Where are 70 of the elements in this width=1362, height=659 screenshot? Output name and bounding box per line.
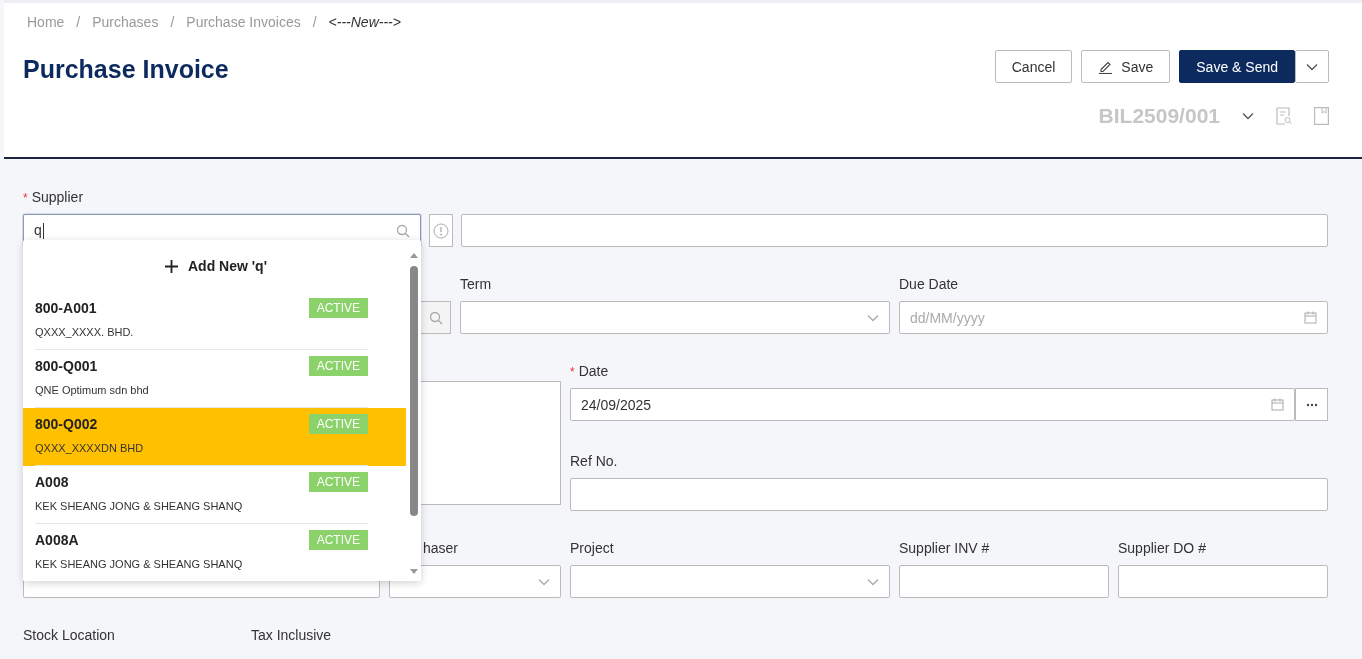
field-label: haser	[422, 539, 460, 558]
calendar-icon	[1304, 311, 1317, 324]
chevron-down-icon	[867, 577, 879, 586]
status-badge: ACTIVE	[308, 472, 368, 492]
required-mark: *	[570, 365, 575, 379]
supplier-code: 800-A001	[35, 300, 97, 316]
info-button[interactable]	[429, 214, 453, 247]
breadcrumb-separator: /	[170, 14, 175, 30]
info-icon	[433, 222, 449, 239]
date-field[interactable]: 24/09/2025	[570, 388, 1295, 421]
supplier-name: QXXX_XXXX. BHD.	[35, 326, 134, 338]
search-icon	[428, 310, 443, 325]
field-label: * Supplier	[23, 188, 85, 207]
supplier-name-field[interactable]	[461, 214, 1328, 247]
supplier-option[interactable]: 800-Q002 QXXX_XXXXDN BHD ACTIVE	[23, 408, 406, 466]
search-button[interactable]	[420, 301, 451, 334]
breadcrumb-item: <---New--->	[328, 14, 401, 30]
chevron-down-icon	[867, 313, 879, 322]
document-search-icon	[1276, 107, 1292, 125]
ref-no-field[interactable]	[570, 478, 1328, 511]
chevron-down-icon[interactable]	[1242, 112, 1254, 120]
cancel-button[interactable]: Cancel	[994, 50, 1073, 83]
field-label: Tax Inclusive	[251, 626, 333, 645]
dropdown-button[interactable]	[1295, 50, 1329, 83]
document-number: BIL2509/001	[1098, 104, 1220, 128]
status-badge: ACTIVE	[308, 298, 368, 318]
bookmark-page-icon	[1314, 107, 1329, 125]
plus-icon	[165, 259, 178, 273]
supplier-name: QXXX_XXXXDN BHD	[35, 442, 144, 454]
required-mark: *	[23, 191, 28, 205]
chevron-down-icon	[538, 577, 550, 586]
scroll-up-icon	[408, 251, 420, 259]
purchaser-select[interactable]	[389, 565, 561, 598]
more-icon	[1305, 402, 1318, 407]
chevron-down-icon	[1306, 62, 1318, 71]
field-label: * Date	[570, 362, 610, 381]
supplier-name: KEK SHEANG JONG & SHEANG SHANQ	[35, 558, 243, 570]
breadcrumb-separator: /	[76, 14, 81, 30]
supplier-code: 800-Q002	[35, 416, 98, 432]
supplier-inv-field[interactable]	[899, 565, 1109, 598]
pencil-icon	[1098, 59, 1114, 74]
field-label: Due Date	[899, 275, 960, 294]
status-badge: ACTIVE	[308, 414, 368, 434]
term-select[interactable]	[460, 301, 890, 334]
field-label: Stock Location	[23, 626, 116, 645]
supplier-code: A008	[35, 474, 69, 490]
search-icon	[396, 223, 410, 238]
breadcrumb-separator: /	[312, 14, 317, 30]
field-label: Supplier INV #	[899, 539, 991, 558]
scroll-down-icon	[408, 568, 420, 576]
more-button[interactable]	[1295, 388, 1328, 421]
save-button[interactable]: Save	[1081, 50, 1171, 83]
supplier-name: KEK SHEANG JONG & SHEANG SHANQ	[35, 500, 243, 512]
project-select[interactable]	[570, 565, 890, 598]
supplier-code: A008A	[35, 532, 79, 548]
calendar-icon	[1271, 398, 1284, 411]
save-and-send-button[interactable]: Save & Send	[1179, 50, 1295, 83]
status-badge: ACTIVE	[308, 356, 368, 376]
supplier-option[interactable]: A008A KEK SHEANG JONG & SHEANG SHANQ ACTIVE	[23, 524, 406, 581]
text-cursor	[42, 223, 44, 240]
status-badge: ACTIVE	[308, 530, 368, 550]
field-label: Project	[570, 539, 615, 558]
field-label: Term	[460, 275, 493, 294]
supplier-name: QNE Optimum sdn bhd	[35, 384, 149, 396]
page-title: Purchase Invoice	[23, 55, 229, 84]
scrollbar-thumb[interactable]	[410, 266, 418, 516]
supplier-do-field[interactable]	[1118, 565, 1328, 598]
field-label: Ref No.	[570, 452, 619, 471]
field-label: Supplier DO #	[1118, 539, 1207, 558]
supplier-code: 800-Q001	[35, 358, 98, 374]
